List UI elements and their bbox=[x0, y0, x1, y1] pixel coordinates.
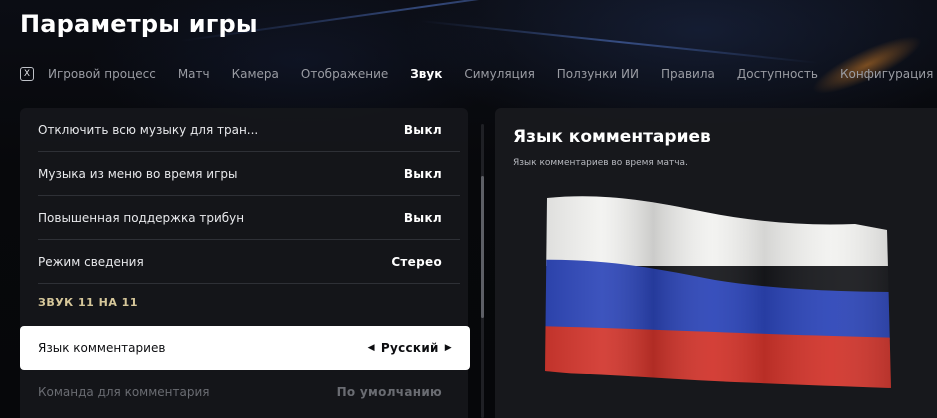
setting-label: Музыка из меню во время игры bbox=[38, 167, 238, 181]
setting-row-crowd-support[interactable]: Повышенная поддержка трибун Выкл bbox=[20, 196, 460, 240]
setting-value-selector: ◀ Русский ▶ bbox=[368, 341, 452, 355]
setting-label: Отключить всю музыку для тран... bbox=[38, 123, 259, 137]
setting-value: Стерео bbox=[391, 255, 442, 269]
arrow-right-icon[interactable]: ▶ bbox=[445, 343, 452, 353]
detail-panel: Язык комментариев Язык комментариев во в… bbox=[495, 108, 937, 418]
setting-row-disable-music[interactable]: Отключить всю музыку для тран... Выкл bbox=[20, 108, 460, 152]
setting-label: Режим сведения bbox=[38, 255, 144, 269]
tab-bar: X Игровой процесс Матч Камера Отображени… bbox=[20, 62, 937, 86]
tab-screen-config[interactable]: Конфигурация экрана bbox=[840, 67, 937, 81]
setting-value: Выкл bbox=[403, 123, 442, 137]
arrow-left-icon[interactable]: ◀ bbox=[368, 343, 375, 353]
x-key-hint-icon[interactable]: X bbox=[20, 67, 34, 81]
tab-match[interactable]: Матч bbox=[178, 67, 210, 81]
setting-value: Русский bbox=[380, 341, 439, 355]
setting-row-menu-music[interactable]: Музыка из меню во время игры Выкл bbox=[20, 152, 460, 196]
tab-camera[interactable]: Камера bbox=[232, 67, 279, 81]
tab-accessibility[interactable]: Доступность bbox=[737, 67, 818, 81]
setting-row-mix-mode[interactable]: Режим сведения Стерео bbox=[20, 240, 460, 284]
detail-description: Язык комментариев во время матча. bbox=[513, 158, 688, 168]
tab-simulation[interactable]: Симуляция bbox=[464, 67, 534, 81]
setting-label: Язык комментариев bbox=[38, 341, 166, 355]
tab-display[interactable]: Отображение bbox=[301, 67, 388, 81]
settings-panel: Отключить всю музыку для тран... Выкл Му… bbox=[20, 108, 470, 418]
scrollbar-thumb[interactable] bbox=[481, 176, 484, 318]
setting-label: Повышенная поддержка трибун bbox=[38, 211, 245, 225]
tab-audio[interactable]: Звук bbox=[410, 67, 442, 81]
setting-value: Выкл bbox=[403, 211, 442, 225]
flag-fabric-shading bbox=[545, 196, 891, 388]
section-header: ЗВУК 11 НА 11 bbox=[38, 296, 138, 309]
setting-label: Команда для комментария bbox=[38, 385, 210, 399]
detail-title: Язык комментариев bbox=[513, 127, 711, 147]
setting-value: По умолчанию bbox=[336, 385, 442, 399]
tab-ai-sliders[interactable]: Ползунки ИИ bbox=[557, 67, 639, 81]
russian-flag-icon bbox=[545, 196, 891, 388]
tab-rules[interactable]: Правила bbox=[661, 67, 715, 81]
setting-row-commentary-team[interactable]: Команда для комментария По умолчанию bbox=[20, 370, 460, 414]
setting-row-commentary-language[interactable]: Язык комментариев ◀ Русский ▶ bbox=[20, 326, 470, 370]
tab-gameplay[interactable]: Игровой процесс bbox=[48, 67, 156, 81]
page-title: Параметры игры bbox=[20, 10, 258, 38]
setting-value: Выкл bbox=[403, 167, 442, 181]
